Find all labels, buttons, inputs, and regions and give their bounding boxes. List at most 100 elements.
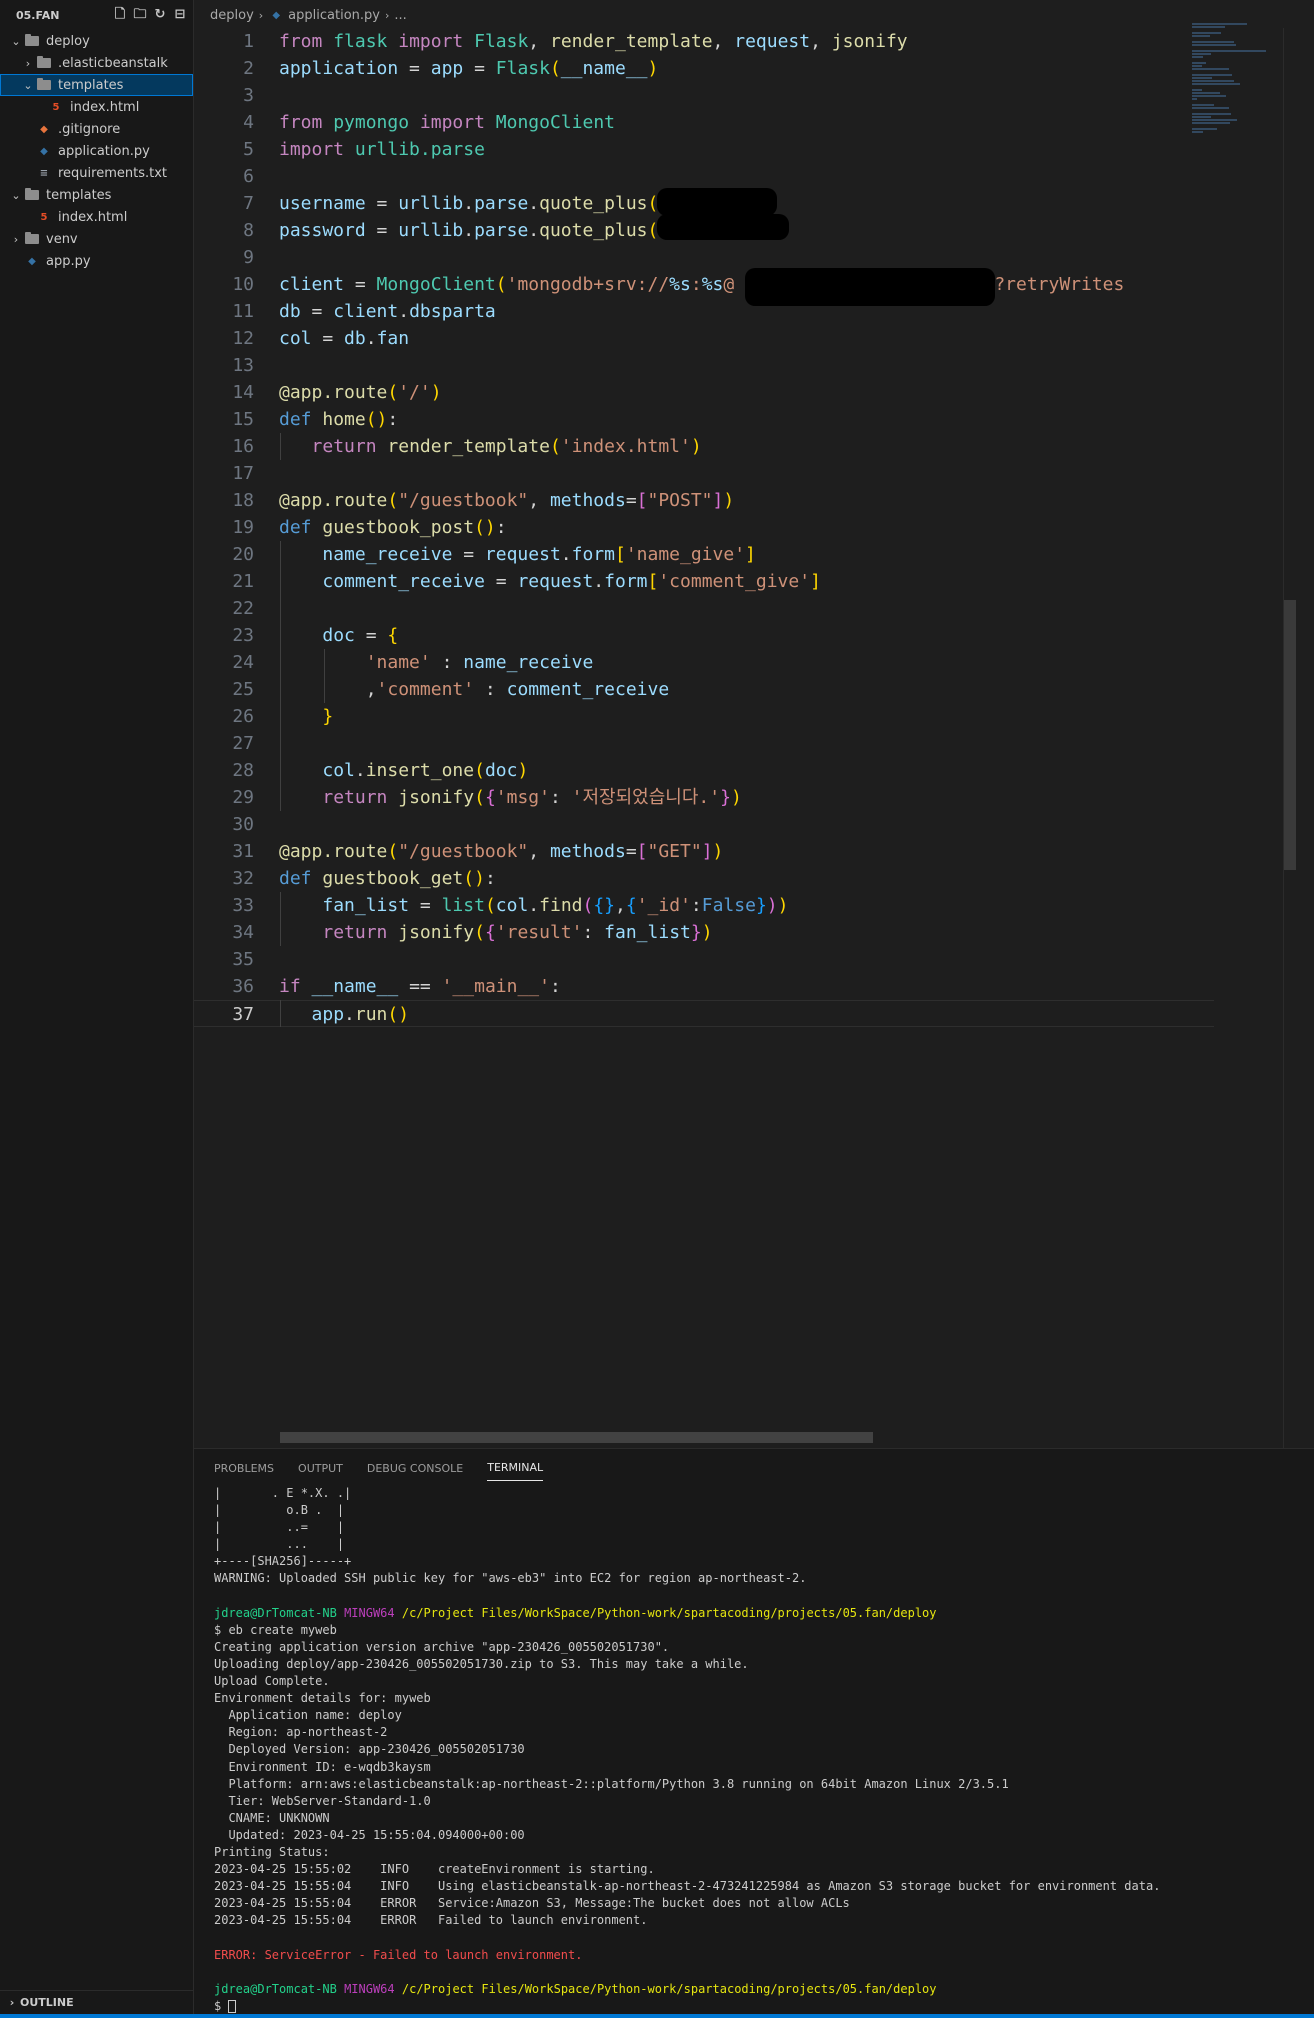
code-token: . <box>463 193 475 214</box>
line-number: 14 <box>232 382 254 403</box>
code-line[interactable]: 33 fan_list = list(col.find({},{'_id':Fa… <box>194 892 1214 919</box>
terminal-text: jdrea@DrTomcat-NB <box>214 1981 337 1996</box>
terminal-text: Creating application version archive "ap… <box>214 1639 670 1654</box>
code-token: = <box>625 841 637 862</box>
tab-debug-console[interactable]: DEBUG CONSOLE <box>367 1454 463 1481</box>
code-line[interactable]: 30 <box>194 811 1214 838</box>
html-file-icon: 5 <box>52 101 60 113</box>
new-folder-icon[interactable]: 🗀 <box>133 8 147 22</box>
code-line[interactable]: 9 <box>194 244 1214 271</box>
code-line[interactable]: 14 @app.route('/') <box>194 379 1214 406</box>
terminal-line: | . E *.X. .| <box>214 1485 1314 1502</box>
code-line[interactable]: 24 'name' : name_receive <box>194 649 1214 676</box>
code-line[interactable]: 28 col.insert_one(doc) <box>194 757 1214 784</box>
code-token: jsonify <box>398 787 475 808</box>
tab-output[interactable]: OUTPUT <box>298 1454 343 1481</box>
breadcrumb-symbol[interactable]: ... <box>394 8 406 23</box>
code-line[interactable]: 13 <box>194 352 1214 379</box>
line-number: 28 <box>232 760 254 781</box>
code-token: = <box>452 544 485 565</box>
folder-icon <box>24 232 40 246</box>
breadcrumb-folder[interactable]: deploy <box>210 8 254 23</box>
code-line[interactable]: 36 if __name__ == '__main__': <box>194 973 1214 1000</box>
new-file-icon[interactable]: 🗋 <box>113 8 127 22</box>
code-token: %s <box>669 274 691 295</box>
tree-item-requirements-txt[interactable]: ≡ requirements.txt <box>0 162 193 184</box>
code-token: @app.route <box>279 841 388 862</box>
chevron-right-icon: › <box>258 8 264 22</box>
collapse-all-icon[interactable]: ⊟ <box>173 8 187 22</box>
code-line[interactable]: 3 <box>194 82 1214 109</box>
code-token: ( <box>549 436 561 457</box>
code-line[interactable]: 17 <box>194 460 1214 487</box>
code-token: ( <box>387 841 399 862</box>
tab-terminal[interactable]: TERMINAL <box>487 1453 544 1481</box>
code-line[interactable]: 26 } <box>194 703 1214 730</box>
code-line[interactable]: 21 comment_receive = request.form['comme… <box>194 568 1214 595</box>
code-line[interactable]: 11 db = client.dbsparta <box>194 298 1214 325</box>
explorer-header: 05.FAN 🗋 🗀 ↻ ⊟ <box>0 0 193 30</box>
terminal-text: CNAME: UNKNOWN <box>214 1810 330 1825</box>
explorer-actions: 🗋 🗀 ↻ ⊟ <box>113 8 187 22</box>
workspace-title[interactable]: 05.FAN <box>16 9 59 22</box>
terminal-cursor[interactable] <box>228 1999 237 2013</box>
breadcrumb-file[interactable]: application.py <box>288 8 380 23</box>
minimap[interactable] <box>1192 22 1282 1442</box>
tree-item-app-py[interactable]: ◆ app.py <box>0 250 193 272</box>
code-token: : <box>549 787 572 808</box>
code-line[interactable]: 31 @app.route("/guestbook", methods=["GET… <box>194 838 1214 865</box>
tree-item-gitignore[interactable]: ◆ .gitignore <box>0 118 193 140</box>
code-line[interactable]: 2 application = app = Flask(__name__) <box>194 55 1214 82</box>
horizontal-scrollbar-thumb[interactable] <box>280 1432 873 1443</box>
code-token: ) <box>517 760 529 781</box>
tree-item-application-py[interactable]: ◆ application.py <box>0 140 193 162</box>
tree-item-deploy[interactable]: ⌄ deploy <box>0 30 193 52</box>
code-line[interactable]: 19 def guestbook_post(): <box>194 514 1214 541</box>
code-line[interactable]: 35 <box>194 946 1214 973</box>
code-line[interactable]: 27 <box>194 730 1214 757</box>
minimap-line <box>1192 119 1237 121</box>
code-text: doc = { <box>279 622 398 649</box>
tab-problems[interactable]: PROBLEMS <box>214 1454 274 1481</box>
code-editor[interactable]: 1 from flask import Flask, render_templat… <box>194 28 1214 1448</box>
tree-item-templates[interactable]: ⌄ templates <box>0 184 193 206</box>
code-line[interactable]: 15 def home(): <box>194 406 1214 433</box>
vertical-scrollbar-thumb[interactable] <box>1284 600 1296 870</box>
tree-item-index-html[interactable]: 5 index.html <box>0 206 193 228</box>
code-line[interactable]: 20 name_receive = request.form['name_giv… <box>194 541 1214 568</box>
tree-item-templates[interactable]: ⌄ templates <box>0 74 193 96</box>
code-line[interactable]: 23 doc = { <box>194 622 1214 649</box>
tree-item-elasticbeanstalk[interactable]: › .elasticbeanstalk <box>0 52 193 74</box>
code-line[interactable]: 34 return jsonify({'result': fan_list}) <box>194 919 1214 946</box>
code-line[interactable]: 12 col = db.fan <box>194 325 1214 352</box>
code-line[interactable]: 16 return render_template('index.html') <box>194 433 1214 460</box>
code-line[interactable]: 37 app.run() <box>194 1000 1214 1027</box>
code-line[interactable]: 4 from pymongo import MongoClient <box>194 109 1214 136</box>
code-line[interactable]: 32 def guestbook_get(): <box>194 865 1214 892</box>
code-line[interactable]: 5 import urllib.parse <box>194 136 1214 163</box>
code-line[interactable]: 18 @app.route("/guestbook", methods=["POS… <box>194 487 1214 514</box>
refresh-icon[interactable]: ↻ <box>153 8 167 22</box>
tree-item-index-html[interactable]: 5 index.html <box>0 96 193 118</box>
terminal-output[interactable]: | . E *.X. .| | o.B . | | ..= | | ... | +---… <box>214 1485 1314 2015</box>
code-token: return <box>322 922 388 943</box>
code-token: ] <box>810 571 821 592</box>
terminal-text: | o.B . | <box>214 1503 345 1518</box>
code-line[interactable]: 1 from flask import Flask, render_templat… <box>194 28 1214 55</box>
code-line[interactable]: 6 <box>194 163 1214 190</box>
code-token: : <box>430 652 464 673</box>
code-line[interactable]: 10 client = MongoClient('mongodb+srv://%s… <box>194 271 1214 298</box>
tree-item-venv[interactable]: › venv <box>0 228 193 250</box>
code-line[interactable]: 22 <box>194 595 1214 622</box>
code-line[interactable]: 25 ,'comment' : comment_receive <box>194 676 1214 703</box>
outline-section[interactable]: › OUTLINE <box>0 1990 193 2014</box>
line-number: 34 <box>232 922 254 943</box>
code-token: [ <box>636 490 648 511</box>
code-token: fan_list <box>322 895 410 916</box>
code-line[interactable]: 29 return jsonify({'msg': '저장되었습니다.'}) <box>194 784 1214 811</box>
